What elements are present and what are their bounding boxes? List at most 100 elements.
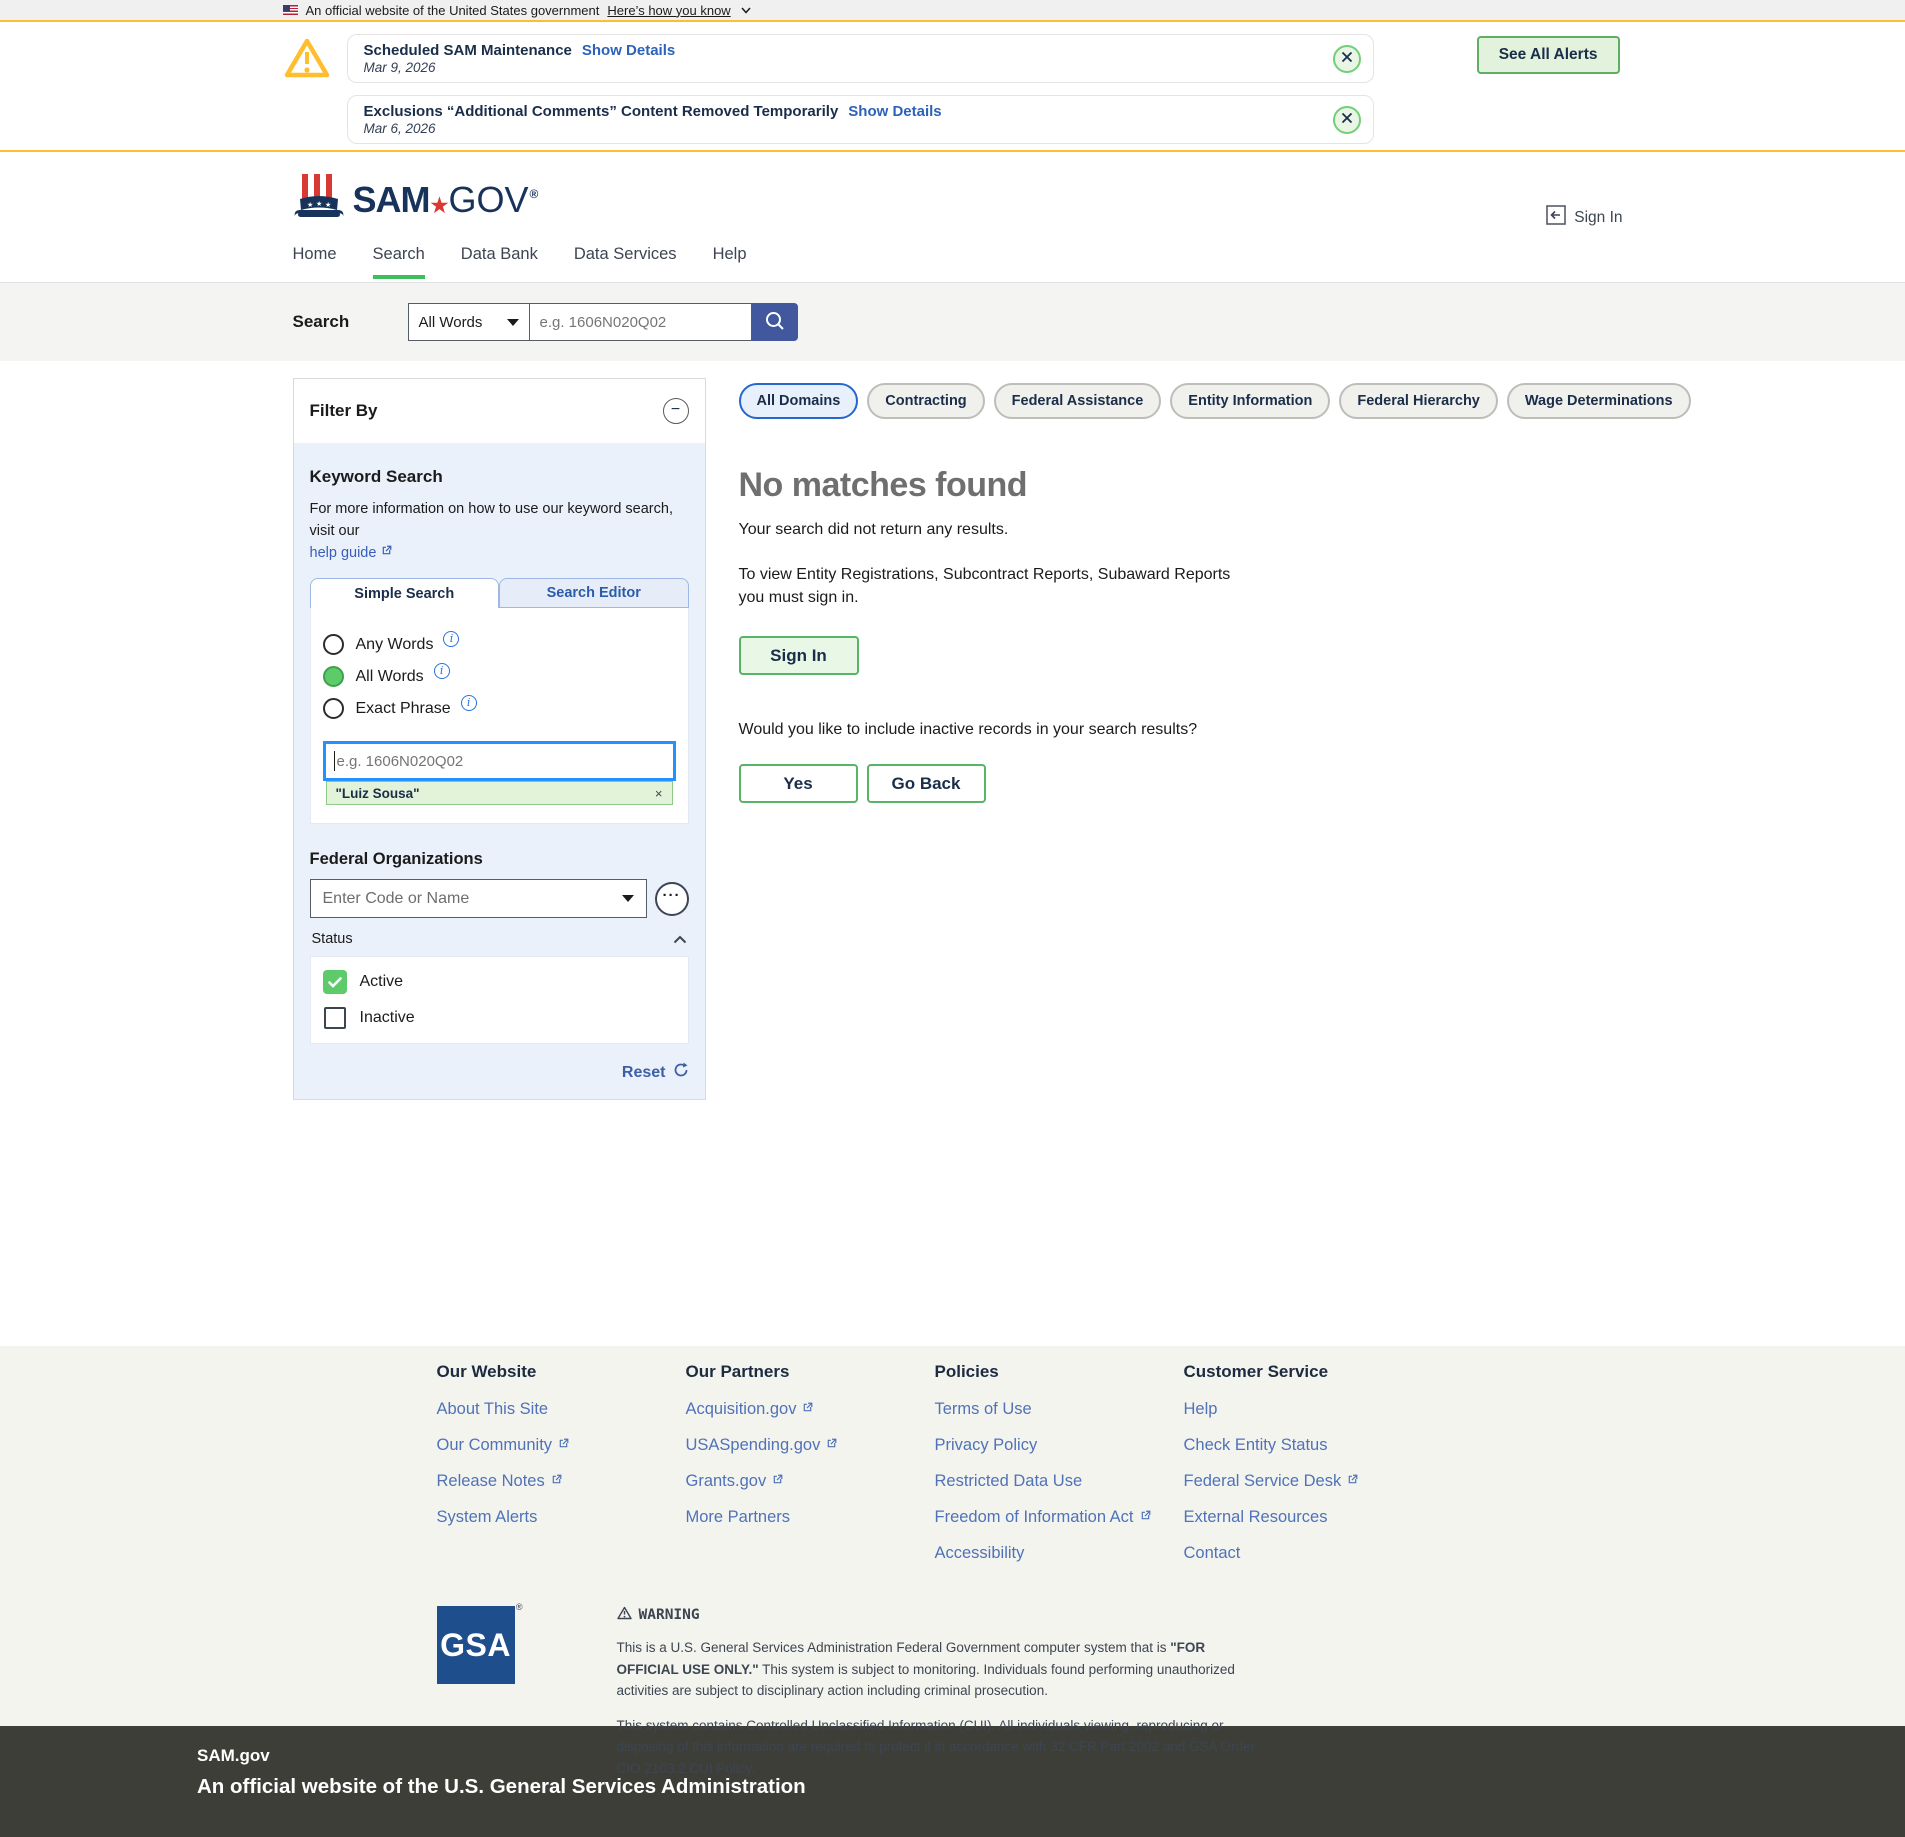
footer-link-help[interactable]: Help bbox=[1184, 1400, 1433, 1419]
keyword-input[interactable]: e.g. 1606N020Q02 bbox=[323, 741, 676, 781]
footer-link-more-partners[interactable]: More Partners bbox=[686, 1508, 935, 1527]
logo-sam-text: SAM bbox=[353, 179, 430, 221]
status-option-inactive[interactable]: Inactive bbox=[323, 1006, 676, 1030]
alert-close-button[interactable] bbox=[1333, 45, 1361, 73]
footer-link-privacy-policy[interactable]: Privacy Policy bbox=[935, 1436, 1184, 1455]
external-link-icon bbox=[557, 1436, 570, 1455]
nav-item-data-bank[interactable]: Data Bank bbox=[461, 243, 538, 283]
help-guide-link[interactable]: help guide bbox=[310, 543, 394, 565]
yes-button[interactable]: Yes bbox=[739, 764, 858, 803]
footer-link-grants-gov[interactable]: Grants.gov bbox=[686, 1472, 935, 1491]
external-link-icon bbox=[771, 1472, 784, 1491]
footer-link-our-community[interactable]: Our Community bbox=[437, 1436, 686, 1455]
reset-filters-link[interactable]: Reset bbox=[622, 1064, 666, 1082]
refresh-icon[interactable] bbox=[673, 1062, 689, 1083]
more-options-button[interactable]: ··· bbox=[655, 882, 689, 916]
alert-date: Mar 9, 2026 bbox=[364, 60, 1321, 75]
search-button[interactable] bbox=[752, 303, 798, 341]
banner-text: An official website of the United States… bbox=[306, 3, 600, 18]
search-results: All Domains Contracting Federal Assistan… bbox=[739, 383, 1589, 803]
domain-filter-chips: All Domains Contracting Federal Assistan… bbox=[739, 383, 1589, 419]
keyword-tabs: Simple Search Search Editor bbox=[310, 578, 689, 608]
footer-link-restricted-data-use[interactable]: Restricted Data Use bbox=[935, 1472, 1184, 1491]
chip-entity-information[interactable]: Entity Information bbox=[1170, 383, 1330, 419]
svg-text:★: ★ bbox=[316, 200, 322, 208]
chevron-up-icon[interactable] bbox=[673, 935, 687, 944]
uncle-sam-hat-icon: ★ ★ ★ bbox=[293, 172, 345, 227]
checkbox-checked bbox=[323, 970, 347, 994]
footer-column-policies: Policies Terms of Use Privacy Policy Res… bbox=[935, 1362, 1184, 1580]
footer-link-usaspending-gov[interactable]: USASpending.gov bbox=[686, 1436, 935, 1455]
tab-simple-search[interactable]: Simple Search bbox=[310, 578, 500, 608]
info-icon[interactable]: i bbox=[443, 631, 459, 647]
alert-row: Scheduled SAM Maintenance Show Details M… bbox=[283, 34, 1623, 85]
footer-link-check-entity-status[interactable]: Check Entity Status bbox=[1184, 1436, 1433, 1455]
nav-item-search[interactable]: Search bbox=[373, 243, 425, 283]
chevron-down-icon bbox=[741, 7, 751, 14]
nav-item-home[interactable]: Home bbox=[293, 243, 337, 283]
footer-link-foia[interactable]: Freedom of Information Act bbox=[935, 1508, 1184, 1527]
tab-search-editor[interactable]: Search Editor bbox=[499, 578, 689, 608]
svg-text:★: ★ bbox=[325, 201, 331, 209]
filter-panel-title: Filter By bbox=[310, 401, 378, 421]
how-you-know-link[interactable]: Here’s how you know bbox=[607, 3, 730, 18]
alert-close-button[interactable] bbox=[1333, 106, 1361, 134]
footer-link-terms-of-use[interactable]: Terms of Use bbox=[935, 1400, 1184, 1419]
header-sign-in-link[interactable]: Sign In bbox=[1546, 205, 1622, 230]
filter-panel: Filter By − Keyword Search For more info… bbox=[293, 378, 706, 1100]
info-icon[interactable]: i bbox=[461, 695, 477, 711]
external-link-icon bbox=[825, 1436, 838, 1455]
footer-link-external-resources[interactable]: External Resources bbox=[1184, 1508, 1433, 1527]
no-results-text: Your search did not return any results. bbox=[739, 521, 1589, 539]
radio-all-words[interactable]: All Words i bbox=[323, 666, 676, 687]
status-option-active[interactable]: Active bbox=[323, 970, 676, 994]
close-icon bbox=[1341, 112, 1353, 127]
alert-box: Scheduled SAM Maintenance Show Details M… bbox=[347, 34, 1374, 83]
footer-link-contact[interactable]: Contact bbox=[1184, 1544, 1433, 1563]
radio-circle bbox=[323, 698, 344, 719]
sam-gov-logo[interactable]: ★ ★ ★ SAM★GOV® bbox=[293, 172, 538, 227]
footer-link-about-this-site[interactable]: About This Site bbox=[437, 1400, 686, 1419]
main-area: Filter By − Keyword Search For more info… bbox=[0, 361, 1905, 1346]
footer-link-release-notes[interactable]: Release Notes bbox=[437, 1472, 686, 1491]
go-back-button[interactable]: Go Back bbox=[867, 764, 986, 803]
footer-link-accessibility[interactable]: Accessibility bbox=[935, 1544, 1184, 1563]
alert-row: Exclusions “Additional Comments” Content… bbox=[283, 95, 1623, 144]
see-all-alerts-button[interactable]: See All Alerts bbox=[1477, 36, 1620, 74]
chip-wage-determinations[interactable]: Wage Determinations bbox=[1507, 383, 1691, 419]
sign-in-button[interactable]: Sign In bbox=[739, 636, 859, 675]
radio-any-words[interactable]: Any Words i bbox=[323, 634, 676, 655]
chip-federal-hierarchy[interactable]: Federal Hierarchy bbox=[1339, 383, 1498, 419]
chip-federal-assistance[interactable]: Federal Assistance bbox=[994, 383, 1162, 419]
page: An official website of the United States… bbox=[0, 0, 1905, 1837]
footer-column-our-website: Our Website About This Site Our Communit… bbox=[437, 1362, 686, 1580]
chip-all-domains[interactable]: All Domains bbox=[739, 383, 859, 419]
search-band: Search All Words bbox=[0, 283, 1905, 361]
warning-block: WARNING This is a U.S. General Services … bbox=[617, 1606, 1267, 1780]
text-caret bbox=[334, 751, 335, 771]
footer-column-customer-service: Customer Service Help Check Entity Statu… bbox=[1184, 1362, 1433, 1580]
chevron-down-icon bbox=[507, 319, 519, 326]
external-link-icon bbox=[550, 1472, 563, 1491]
radio-exact-phrase[interactable]: Exact Phrase i bbox=[323, 698, 676, 719]
chip-remove-icon[interactable]: × bbox=[655, 786, 663, 801]
footer-link-system-alerts[interactable]: System Alerts bbox=[437, 1508, 686, 1527]
gsa-logo: GSA ® bbox=[437, 1606, 515, 1780]
nav-item-help[interactable]: Help bbox=[713, 243, 747, 283]
show-details-link[interactable]: Show Details bbox=[848, 103, 941, 120]
us-flag-icon bbox=[283, 5, 298, 15]
federal-org-select[interactable]: Enter Code or Name bbox=[310, 879, 647, 918]
search-input[interactable] bbox=[530, 303, 752, 341]
collapse-filters-button[interactable]: − bbox=[663, 398, 689, 424]
info-icon[interactable]: i bbox=[434, 663, 450, 679]
alert-date: Mar 6, 2026 bbox=[364, 121, 1321, 136]
status-options-card: Active Inactive bbox=[310, 956, 689, 1044]
footer-link-acquisition-gov[interactable]: Acquisition.gov bbox=[686, 1400, 935, 1419]
radio-circle-checked bbox=[323, 666, 344, 687]
footer-link-federal-service-desk[interactable]: Federal Service Desk bbox=[1184, 1472, 1433, 1491]
chip-contracting[interactable]: Contracting bbox=[867, 383, 984, 419]
nav-item-data-services[interactable]: Data Services bbox=[574, 243, 677, 283]
show-details-link[interactable]: Show Details bbox=[582, 42, 675, 59]
search-type-select[interactable]: All Words bbox=[408, 303, 530, 341]
alert-title: Scheduled SAM Maintenance bbox=[364, 42, 572, 59]
